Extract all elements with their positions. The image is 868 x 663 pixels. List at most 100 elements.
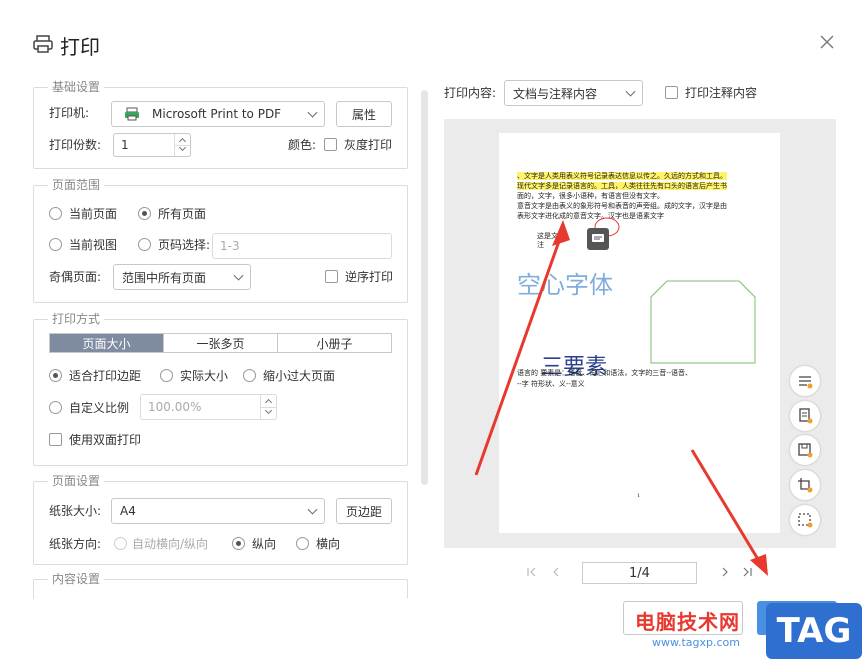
green-octagon-shape [650, 280, 756, 364]
printer-icon [32, 33, 54, 55]
watermark-tag-logo: TAG [766, 603, 862, 659]
print-annotations-label: 打印注释内容 [685, 86, 758, 100]
paper-size-value: A4 [120, 504, 136, 518]
page-range-legend: 页面范围 [48, 177, 105, 193]
odd-even-value: 范围中所有页面 [122, 270, 207, 285]
landscape-label: 横向 [316, 537, 341, 551]
page-range-group: 页面范围 当前页面 所有页面 当前视图 页码选择: 1-3 奇偶页面: 范围中所… [33, 177, 408, 303]
print-annotations-checkbox[interactable] [665, 86, 678, 99]
radio-landscape[interactable] [296, 537, 309, 550]
copies-value: 1 [121, 138, 129, 152]
zoom-fit-icon[interactable] [790, 366, 820, 396]
first-page-icon[interactable] [526, 566, 538, 581]
page-select-input[interactable]: 1-3 [212, 233, 392, 259]
watermark-site-name: 电脑技术网 [635, 610, 740, 634]
printer-select[interactable]: Microsoft Print to PDF [111, 101, 325, 127]
doc-page-number: 1 [637, 493, 641, 499]
chevron-down-icon [233, 270, 244, 281]
radio-shrink-large[interactable] [243, 369, 256, 382]
basic-settings-legend: 基础设置 [48, 79, 105, 95]
print-mode-legend: 打印方式 [48, 311, 105, 327]
next-page-icon[interactable] [719, 566, 731, 581]
last-page-icon[interactable] [741, 566, 753, 581]
doc-line-5: 表形文字进化成的意音文字。汉字也是语素文字 [517, 212, 664, 220]
radio-custom-scale[interactable] [49, 401, 62, 414]
current-view-label: 当前视图 [69, 238, 118, 252]
page-select-placeholder: 1-3 [220, 239, 240, 253]
custom-scale-label: 自定义比例 [69, 401, 130, 415]
doc-small-2: 注 [537, 241, 544, 249]
reverse-label: 逆序打印 [345, 270, 394, 284]
comment-icon[interactable] [587, 228, 609, 250]
dialog-title: 打印 [60, 35, 100, 59]
radio-current-page[interactable] [49, 207, 62, 220]
radio-portrait[interactable] [232, 537, 245, 550]
content-setup-group: 内容设置 [33, 571, 408, 599]
odd-even-label: 奇偶页面: [49, 270, 102, 284]
copies-stepper[interactable]: 1 [113, 133, 191, 157]
watermark-url: www.tagxp.com [652, 636, 740, 649]
copies-spin-buttons[interactable] [174, 134, 190, 156]
orientation-label: 纸张方向: [49, 537, 102, 551]
color-label: 颜色: [288, 138, 317, 152]
save-page-icon[interactable] [790, 435, 820, 465]
all-pages-label: 所有页面 [158, 207, 207, 221]
page-settings-icon[interactable] [790, 401, 820, 431]
doc-line-1: 、文字是人类用表义符号记录表达信息以传之。久远的方式和工具。 [517, 172, 727, 180]
margin-button[interactable]: 页边距 [336, 498, 392, 524]
settings-scrollbar[interactable] [421, 90, 428, 485]
properties-button[interactable]: 属性 [336, 101, 392, 127]
tab-booklet[interactable]: 小册子 [278, 334, 391, 352]
crop-icon[interactable] [790, 470, 820, 500]
fit-margin-label: 适合打印边距 [69, 369, 142, 383]
custom-scale-input[interactable]: 100.00% [140, 394, 277, 420]
tab-multiple-per-sheet[interactable]: 一张多页 [164, 334, 278, 352]
print-content-label: 打印内容: [444, 86, 497, 100]
tab-page-size[interactable]: 页面大小 [50, 334, 164, 352]
grayscale-label: 灰度打印 [344, 138, 393, 152]
radio-fit-margin[interactable] [49, 369, 62, 382]
custom-scale-spin-buttons[interactable] [260, 395, 276, 419]
chevron-down-icon [307, 504, 318, 515]
grayscale-checkbox[interactable] [324, 138, 337, 151]
basic-settings-group: 基础设置 打印机: Microsoft Print to PDF 属性 打印份数… [33, 79, 408, 169]
radio-page-select[interactable] [138, 238, 151, 251]
radio-current-view[interactable] [49, 238, 62, 251]
doc-language-line-1: 语言的 要素是：语音、词汇和语法，文字的三音--语音、 [517, 369, 692, 377]
copies-label: 打印份数: [49, 138, 102, 152]
prev-page-icon[interactable] [550, 566, 562, 581]
select-area-icon[interactable] [790, 505, 820, 535]
page-select-label: 页码选择: [158, 238, 211, 252]
reverse-checkbox[interactable] [325, 270, 338, 283]
chevron-down-icon [307, 107, 318, 118]
chevron-down-icon [625, 86, 636, 97]
printer-device-icon [124, 107, 140, 124]
doc-line-2: 现代文字多是记录语言的。工具，人类往往先有口头的语言后产生书 [517, 182, 727, 190]
custom-scale-value: 100.00% [148, 400, 202, 414]
auto-orientation-label: 自动横向/纵向 [132, 537, 209, 551]
printer-label: 打印机: [49, 106, 90, 120]
page-indicator[interactable]: 1/4 [582, 562, 697, 584]
print-content-value: 文档与注释内容 [513, 86, 598, 101]
odd-even-select[interactable]: 范围中所有页面 [113, 264, 251, 290]
print-content-select[interactable]: 文档与注释内容 [504, 80, 643, 106]
doc-paragraph: 、文字是人类用表义符号记录表达信息以传之。久远的方式和工具。 现代文字多是记录语… [517, 171, 767, 221]
radio-all-pages[interactable] [138, 207, 151, 220]
duplex-label: 使用双面打印 [69, 433, 142, 447]
preview-page: 、文字是人类用表义符号记录表达信息以传之。久远的方式和工具。 现代文字多是记录语… [499, 133, 780, 533]
paper-size-select[interactable]: A4 [111, 498, 325, 524]
radio-actual-size[interactable] [160, 369, 173, 382]
print-mode-tabs: 页面大小 一张多页 小册子 [49, 333, 392, 353]
paper-size-label: 纸张大小: [49, 504, 102, 518]
doc-line-3: 面的，文字，很多小语种，有语言但没有文字。 [517, 192, 664, 200]
radio-auto-orientation[interactable] [114, 537, 127, 550]
content-setup-legend: 内容设置 [48, 571, 105, 587]
portrait-label: 纵向 [252, 537, 277, 551]
close-icon[interactable] [818, 33, 836, 51]
current-page-label: 当前页面 [69, 207, 118, 221]
page-setup-group: 页面设置 纸张大小: A4 页边距 纸张方向: 自动横向/纵向 纵向 横向 [33, 473, 408, 565]
doc-language-line-2: --字 符形状、义--意义 [517, 380, 585, 388]
duplex-checkbox[interactable] [49, 433, 62, 446]
printer-value: Microsoft Print to PDF [152, 107, 282, 121]
page-setup-legend: 页面设置 [48, 473, 105, 489]
